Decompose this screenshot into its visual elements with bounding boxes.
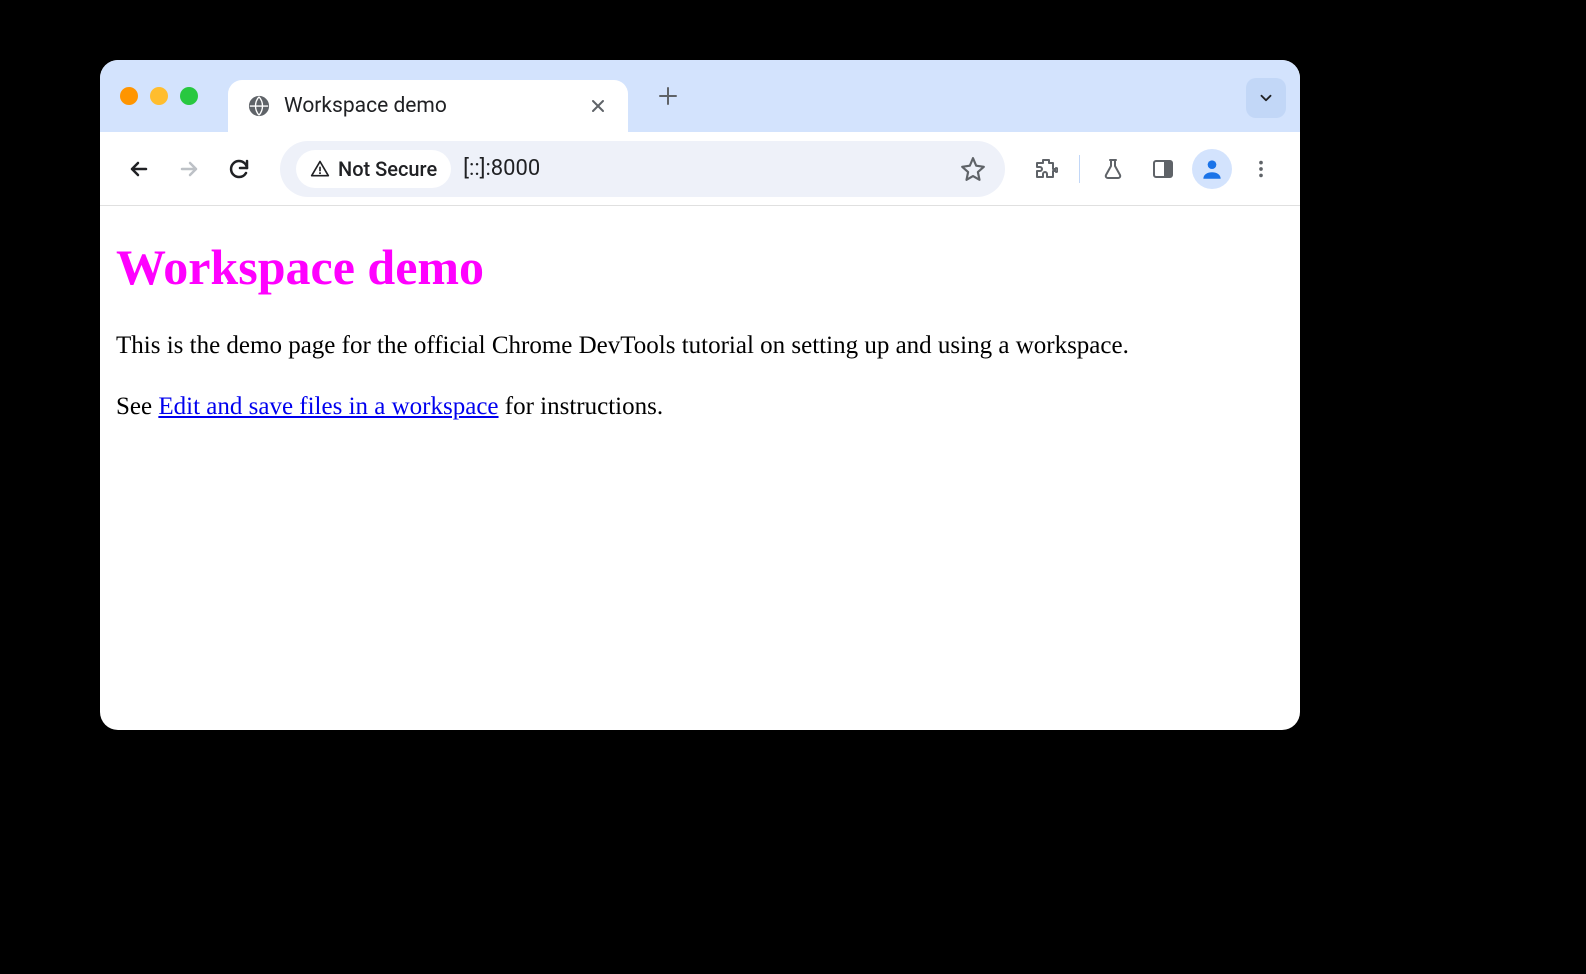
new-tab-button[interactable] xyxy=(648,76,688,116)
browser-window: Workspace demo Not Secure xyxy=(100,60,1300,730)
side-panel-button[interactable] xyxy=(1142,148,1184,190)
paragraph-suffix: for instructions. xyxy=(499,393,664,420)
labs-button[interactable] xyxy=(1092,148,1134,190)
window-controls xyxy=(120,87,198,105)
profile-button[interactable] xyxy=(1192,149,1232,189)
page-paragraph-1: This is the demo page for the official C… xyxy=(116,330,1284,363)
reload-button[interactable] xyxy=(218,148,260,190)
tab-strip: Workspace demo xyxy=(100,60,1300,132)
toolbar-actions xyxy=(1025,148,1282,190)
forward-button[interactable] xyxy=(168,148,210,190)
paragraph-prefix: See xyxy=(116,393,158,420)
extensions-button[interactable] xyxy=(1025,148,1067,190)
window-maximize-button[interactable] xyxy=(180,87,198,105)
tab-close-button[interactable] xyxy=(588,96,608,116)
tab-title: Workspace demo xyxy=(284,94,574,118)
browser-toolbar: Not Secure [::]:8000 xyxy=(100,132,1300,206)
address-bar[interactable]: Not Secure [::]:8000 xyxy=(280,141,1005,197)
url-text: [::]:8000 xyxy=(463,156,945,181)
page-paragraph-2: See Edit and save files in a workspace f… xyxy=(116,391,1284,424)
menu-button[interactable] xyxy=(1240,148,1282,190)
warning-icon xyxy=(310,159,330,179)
toolbar-separator xyxy=(1079,155,1080,183)
window-close-button[interactable] xyxy=(120,87,138,105)
page-content: Workspace demo This is the demo page for… xyxy=(100,206,1300,483)
globe-icon xyxy=(248,95,270,117)
window-minimize-button[interactable] xyxy=(150,87,168,105)
security-chip[interactable]: Not Secure xyxy=(296,150,451,188)
workspace-tutorial-link[interactable]: Edit and save files in a workspace xyxy=(158,393,498,420)
security-label: Not Secure xyxy=(338,157,437,181)
browser-tab[interactable]: Workspace demo xyxy=(228,80,628,132)
page-heading: Workspace demo xyxy=(116,238,1284,296)
back-button[interactable] xyxy=(118,148,160,190)
bookmark-button[interactable] xyxy=(957,153,989,185)
tabs-dropdown-button[interactable] xyxy=(1246,78,1286,118)
